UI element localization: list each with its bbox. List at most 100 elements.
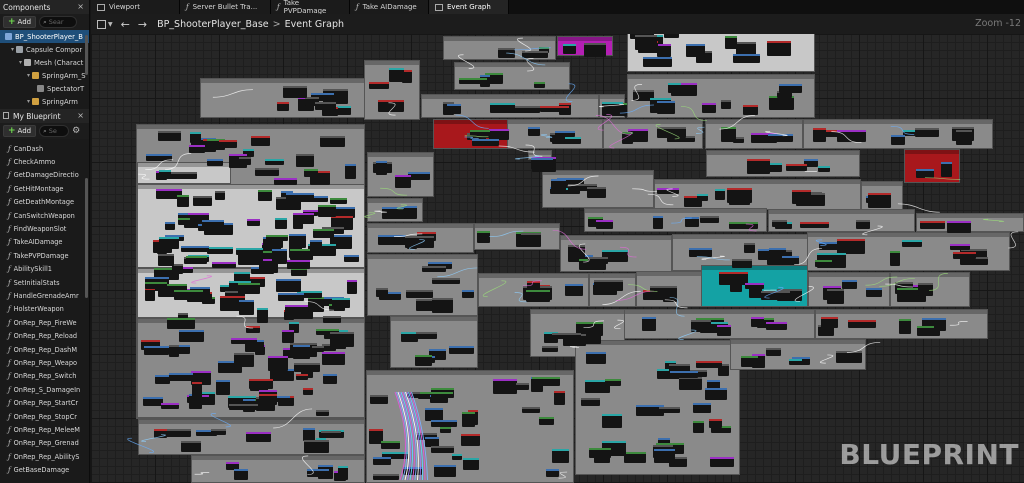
graph-node[interactable] [286,192,315,200]
graph-node[interactable] [270,369,295,382]
component-tree-item[interactable]: ▾ Capsule Compor [0,43,89,56]
graph-node[interactable] [431,391,454,398]
graph-node[interactable] [157,131,181,142]
graph-node[interactable] [157,253,174,266]
graph-node[interactable] [281,329,294,343]
graph-node[interactable] [431,446,455,454]
graph-node[interactable] [656,101,675,115]
graph-node[interactable] [642,317,657,332]
graph-node[interactable] [700,215,720,223]
event-graph-canvas[interactable]: BLUEPRINT [91,34,1024,483]
graph-node[interactable] [278,292,305,301]
function-list-item[interactable]: ƒ HolsterWeapon [0,303,89,316]
graph-node[interactable] [720,99,731,109]
graph-node[interactable] [309,239,322,254]
graph-node[interactable] [267,355,288,371]
function-list-item[interactable]: ƒ OnRep_Rep_StartCr [0,396,89,409]
graph-node[interactable] [295,153,314,167]
graph-node[interactable] [779,83,803,93]
graph-node[interactable] [376,161,388,176]
graph-node[interactable] [145,282,168,290]
graph-node[interactable] [431,277,460,284]
graph-node[interactable] [303,439,329,453]
graph-node[interactable] [414,354,432,366]
graph-node[interactable] [318,204,337,217]
forward-arrow-icon[interactable]: → [138,18,147,31]
function-list-item[interactable]: ƒ AbilitySkill1 [0,263,89,276]
graph-node[interactable] [741,356,759,368]
graph-node[interactable] [172,264,184,275]
graph-node[interactable] [533,81,545,88]
graph-node[interactable] [489,129,510,140]
graph-node[interactable] [258,190,272,202]
graph-node[interactable] [177,218,190,226]
breadcrumb-graph[interactable]: Event Graph [285,19,344,30]
graph-node[interactable] [322,352,346,366]
graph-node[interactable] [215,190,226,200]
graph-node[interactable] [815,259,833,267]
graph-node[interactable] [692,420,704,433]
graph-node[interactable] [160,403,179,410]
graph-node[interactable] [791,189,811,204]
graph-node[interactable] [314,102,336,111]
graph-node[interactable] [372,457,391,466]
function-list-item[interactable]: ƒ TakePVPDamage [0,249,89,262]
graph-node[interactable] [369,82,390,90]
graph-node[interactable] [531,377,560,387]
gear-icon[interactable]: ⚙ [72,126,80,136]
graph-node[interactable] [765,348,781,357]
graph-node[interactable] [744,242,755,253]
graph-node[interactable] [956,129,973,145]
close-icon[interactable]: × [77,2,84,11]
graph-node[interactable] [307,297,324,313]
graph-node[interactable] [732,259,753,269]
graph-node[interactable] [255,167,280,176]
graph-node[interactable] [918,282,934,296]
chevron-down-icon[interactable]: ▾ [27,72,30,79]
function-list-item[interactable]: ƒ OnRep_Rep_Grenad [0,437,89,450]
function-list-item[interactable]: ƒ GetBaseDamage [0,463,89,476]
comment-box[interactable] [603,119,703,149]
graph-node[interactable] [446,104,461,115]
graph-node[interactable] [234,469,249,481]
graph-node[interactable] [192,196,212,207]
graph-node[interactable] [304,168,319,177]
tab-event-graph[interactable]: Event Graph [429,0,509,14]
graph-node[interactable] [265,158,285,165]
function-list-item[interactable]: ƒ OnRep_Rep_StopCr [0,410,89,423]
graph-node[interactable] [771,220,787,228]
graph-node[interactable] [492,379,517,395]
graph-node[interactable] [705,387,728,400]
graph-node[interactable] [695,360,722,368]
graph-node[interactable] [376,287,389,297]
graph-node[interactable] [658,407,680,414]
graph-node[interactable] [231,338,258,345]
graph-node[interactable] [477,231,491,244]
graph-node[interactable] [246,325,261,333]
graph-node[interactable] [329,197,347,204]
graph-node[interactable] [404,206,418,220]
graph-node[interactable] [586,186,606,198]
graph-node[interactable] [701,103,716,114]
graph-node[interactable] [332,297,351,308]
graph-node[interactable] [788,358,802,365]
graph-node[interactable] [716,325,731,337]
tab-server-bullet-tra[interactable]: ƒ Server Bullet Tra... [180,0,271,14]
graph-node[interactable] [293,213,315,225]
tab-viewport[interactable]: Viewport [91,0,180,14]
graph-node[interactable] [902,239,923,247]
graph-node[interactable] [469,129,490,138]
graph-node[interactable] [218,139,237,148]
graph-node[interactable] [605,378,622,386]
graph-node[interactable] [461,411,475,427]
graph-node[interactable] [527,127,540,137]
graph-node[interactable] [498,47,515,58]
graph-node[interactable] [539,105,569,112]
graph-node[interactable] [714,188,725,200]
graph-node[interactable] [159,169,172,179]
graph-node[interactable] [915,128,940,138]
graph-node[interactable] [836,130,866,143]
graph-node[interactable] [276,278,302,292]
graph-node[interactable] [891,135,906,146]
graph-node[interactable] [685,217,700,228]
